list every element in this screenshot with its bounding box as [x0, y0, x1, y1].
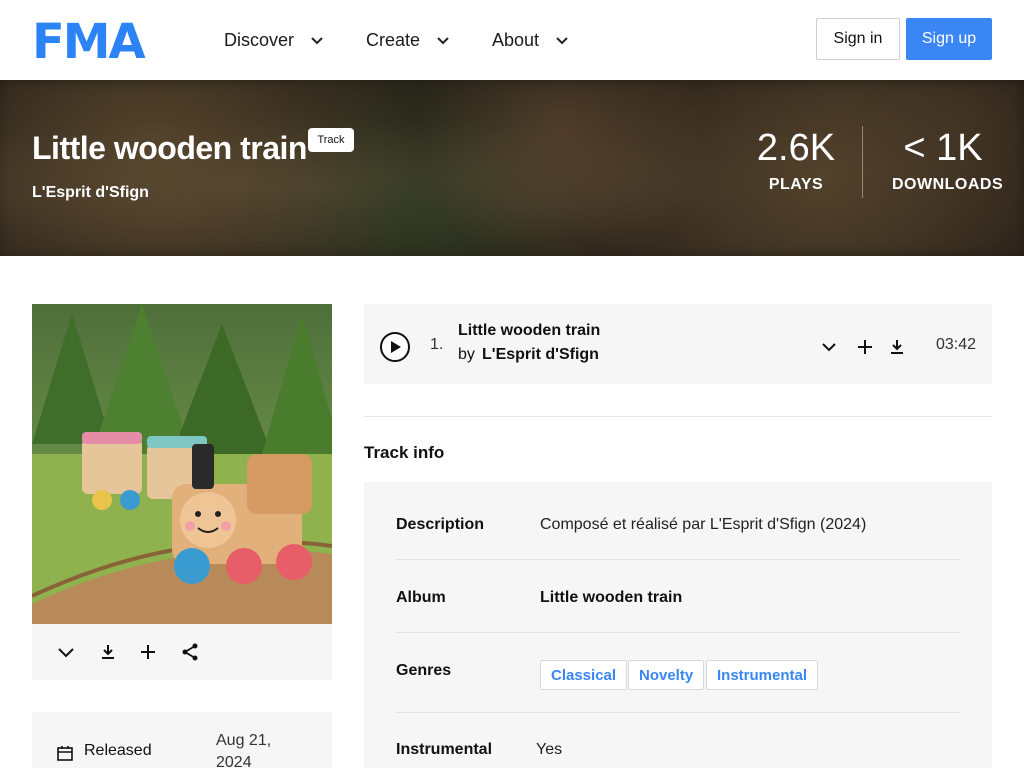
track-hero-banner: Little wooden train Track L'Esprit d'Sfi… [0, 80, 1024, 256]
album-link[interactable]: Little wooden train [540, 589, 682, 607]
released-label: Released [84, 742, 152, 759]
sign-in-button[interactable]: Sign in [816, 18, 900, 60]
track-info-heading: Track info [364, 443, 445, 462]
track-duration: 03:42 [936, 336, 977, 353]
download-icon[interactable] [96, 640, 120, 664]
heart-icon[interactable] [818, 336, 840, 358]
track-type-badge: Track [308, 128, 354, 152]
description-value: Composé et réalisé par L'Esprit d'Sfign … [540, 516, 867, 533]
play-icon [391, 341, 401, 353]
description-label: Description [396, 516, 485, 533]
stat-divider [862, 126, 863, 198]
plays-value: 2.6K [756, 127, 836, 169]
nav-create-label: Create [366, 29, 421, 50]
track-artwork [32, 304, 332, 624]
release-card: Released Aug 21, 2024 [32, 712, 332, 768]
share-icon[interactable] [178, 640, 202, 664]
instrumental-value: Yes [536, 741, 563, 758]
genre-chip-instrumental[interactable]: Instrumental [706, 660, 819, 690]
chevron-down-icon[interactable] [430, 27, 456, 53]
downloads-value: < 1K [903, 127, 983, 169]
album-label: Album [396, 589, 446, 606]
artwork-actions [32, 624, 332, 680]
row-divider [396, 632, 960, 633]
track-title: Little wooden train [32, 130, 307, 166]
heart-icon[interactable] [54, 640, 78, 664]
nav-create[interactable]: Create [366, 26, 456, 54]
site-header: FMA Discover Create About Sign in Sign u… [0, 0, 1024, 80]
plus-icon[interactable] [854, 336, 876, 358]
downloads-label: DOWNLOADS [892, 176, 1004, 193]
fma-logo[interactable]: FMA [32, 8, 162, 72]
genre-chip-classical[interactable]: Classical [540, 660, 628, 690]
logo-text: FMA [32, 14, 146, 70]
chevron-down-icon[interactable] [304, 27, 330, 53]
plus-icon[interactable] [136, 640, 160, 664]
section-divider [364, 416, 992, 417]
download-icon[interactable] [886, 336, 908, 358]
plays-label: PLAYS [768, 176, 824, 193]
downloads-stat: < 1K DOWNLOADS [892, 127, 1004, 194]
play-button[interactable] [380, 332, 410, 362]
row-divider [396, 559, 960, 560]
row-divider [396, 712, 960, 713]
instrumental-label: Instrumental [396, 741, 493, 758]
player-by: by [458, 346, 475, 363]
artwork-illustration [32, 304, 332, 624]
genres-label: Genres [396, 662, 452, 679]
nav-discover[interactable]: Discover [224, 26, 330, 54]
chevron-down-icon[interactable] [549, 27, 575, 53]
plays-stat: 2.6K PLAYS [756, 128, 836, 194]
calendar-icon [56, 744, 74, 762]
nav-about[interactable]: About [492, 26, 575, 54]
release-date: Aug 21, 2024 [216, 732, 272, 768]
genre-chip-novelty[interactable]: Novelty [628, 660, 705, 690]
hero-artist-link[interactable]: L'Esprit d'Sfign [32, 184, 149, 202]
player-track-title[interactable]: Little wooden train [458, 322, 600, 340]
nav-about-label: About [492, 29, 540, 50]
sign-up-button[interactable]: Sign up [906, 18, 992, 60]
track-player: 1. Little wooden train by L'Esprit d'Sfi… [364, 304, 992, 384]
track-number: 1. [430, 336, 444, 353]
player-artist-link[interactable]: L'Esprit d'Sfign [482, 346, 599, 364]
nav-discover-label: Discover [224, 29, 295, 50]
